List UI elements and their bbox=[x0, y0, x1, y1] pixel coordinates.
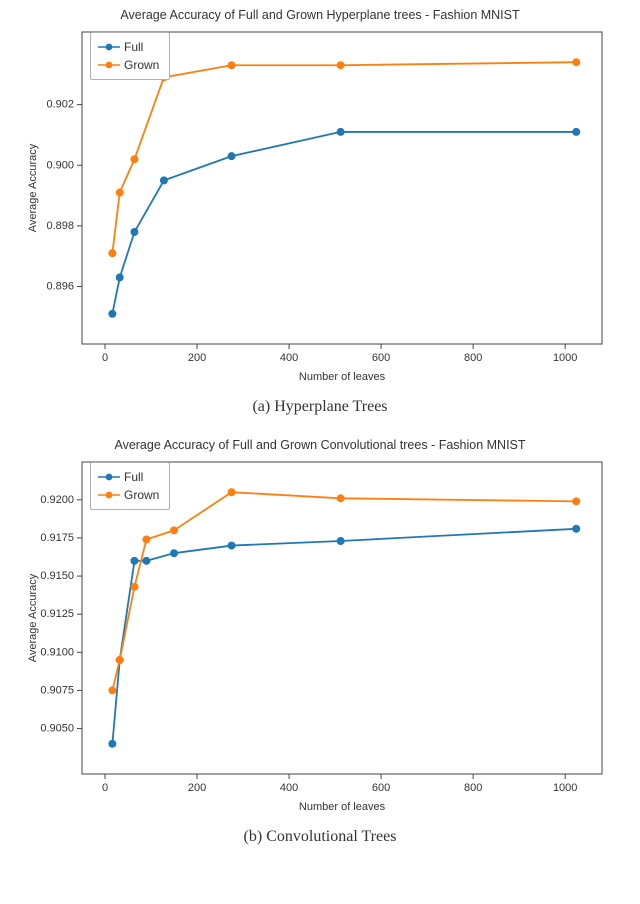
svg-text:Average Accuracy: Average Accuracy bbox=[27, 573, 39, 662]
svg-text:800: 800 bbox=[464, 782, 482, 794]
svg-text:0.898: 0.898 bbox=[46, 220, 74, 232]
convolutional-svg: 0 200 400 600 800 1000 0.9050 0.9075 0.9100 0.912… bbox=[20, 456, 620, 818]
svg-text:Average Accuracy: Average Accuracy bbox=[27, 143, 39, 232]
legend-label-full-b: Full bbox=[124, 470, 143, 484]
legend-marker-full bbox=[98, 42, 120, 52]
svg-text:0.896: 0.896 bbox=[46, 281, 74, 293]
svg-text:1000: 1000 bbox=[553, 782, 577, 794]
svg-text:0.9200: 0.9200 bbox=[40, 494, 74, 506]
legend-label-grown: Grown bbox=[124, 58, 159, 72]
svg-text:0.9050: 0.9050 bbox=[40, 723, 74, 735]
chart-title-b: Average Accuracy of Full and Grown Convo… bbox=[20, 438, 620, 452]
svg-text:400: 400 bbox=[280, 352, 298, 364]
hyperplane-panel: Average Accuracy of Full and Grown Hyper… bbox=[0, 0, 640, 430]
svg-text:0: 0 bbox=[102, 782, 108, 794]
svg-text:Number of leaves: Number of leaves bbox=[299, 371, 386, 383]
svg-text:0: 0 bbox=[102, 352, 108, 364]
svg-text:0.9100: 0.9100 bbox=[40, 646, 74, 658]
legend-marker-full-b bbox=[98, 472, 120, 482]
hyperplane-svg: 0 200 400 600 800 1000 0.896 0.898 0.900 0.902 Num… bbox=[20, 26, 620, 388]
svg-text:Number of leaves: Number of leaves bbox=[299, 801, 386, 813]
caption-b: (b) Convolutional Trees bbox=[244, 828, 397, 846]
svg-text:0.902: 0.902 bbox=[46, 99, 74, 111]
svg-text:200: 200 bbox=[188, 352, 206, 364]
legend-entry-grown: Grown bbox=[98, 56, 159, 74]
svg-text:600: 600 bbox=[372, 782, 390, 794]
legend-entry-full: Full bbox=[98, 38, 159, 56]
convolutional-panel: Average Accuracy of Full and Grown Convo… bbox=[0, 430, 640, 860]
svg-text:0.9175: 0.9175 bbox=[40, 532, 74, 544]
svg-text:400: 400 bbox=[280, 782, 298, 794]
legend-entry-full-b: Full bbox=[98, 468, 159, 486]
svg-text:800: 800 bbox=[464, 352, 482, 364]
legend-label-full: Full bbox=[124, 40, 143, 54]
chart-title-a: Average Accuracy of Full and Grown Hyper… bbox=[20, 8, 620, 22]
svg-text:0.9150: 0.9150 bbox=[40, 570, 74, 582]
convolutional-chart: Average Accuracy of Full and Grown Convo… bbox=[20, 438, 620, 820]
legend-b: Full Grown bbox=[90, 462, 170, 510]
legend-entry-grown-b: Grown bbox=[98, 486, 159, 504]
svg-text:200: 200 bbox=[188, 782, 206, 794]
legend-label-grown-b: Grown bbox=[124, 488, 159, 502]
svg-text:1000: 1000 bbox=[553, 352, 577, 364]
svg-text:0.9125: 0.9125 bbox=[40, 608, 74, 620]
legend-a: Full Grown bbox=[90, 32, 170, 80]
legend-marker-grown-b bbox=[98, 490, 120, 500]
svg-text:0.9075: 0.9075 bbox=[40, 684, 74, 696]
svg-text:0.900: 0.900 bbox=[46, 159, 74, 171]
svg-text:600: 600 bbox=[372, 352, 390, 364]
hyperplane-chart: Average Accuracy of Full and Grown Hyper… bbox=[20, 8, 620, 390]
legend-marker-grown bbox=[98, 60, 120, 70]
caption-a: (a) Hyperplane Trees bbox=[252, 398, 387, 416]
